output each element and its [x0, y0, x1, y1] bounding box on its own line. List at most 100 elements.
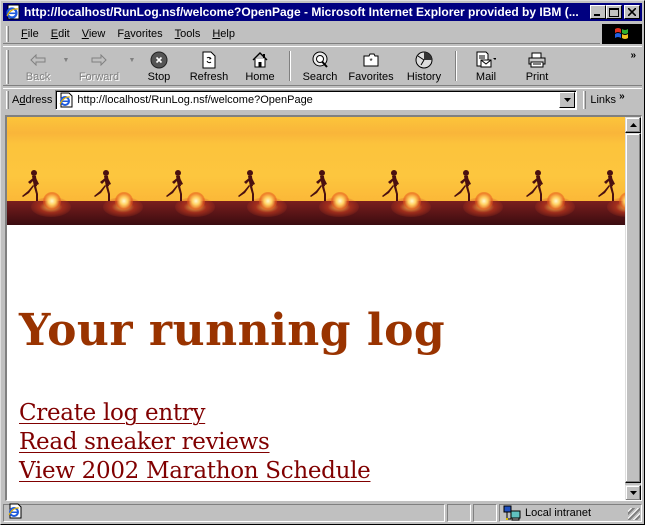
- minimize-button[interactable]: [590, 5, 606, 19]
- printer-icon: [527, 50, 547, 70]
- menu-help[interactable]: Help: [206, 28, 241, 40]
- stop-button[interactable]: Stop: [137, 47, 181, 85]
- history-button[interactable]: History: [399, 47, 449, 85]
- sun-icon: [115, 192, 133, 210]
- links-more-chevron[interactable]: »: [619, 91, 625, 102]
- scrollbar-thumb[interactable]: [625, 133, 641, 483]
- banner-tile: [7, 117, 79, 225]
- runner-silhouette-icon: [94, 170, 111, 201]
- close-icon: [625, 6, 639, 18]
- links-toolbar[interactable]: Links »: [583, 90, 625, 109]
- mail-button[interactable]: Mail: [463, 47, 509, 85]
- browser-window: http://localhost/RunLog.nsf/welcome?Open…: [0, 0, 645, 525]
- vertical-scrollbar[interactable]: [625, 117, 641, 500]
- favorites-button[interactable]: * Favorites: [343, 47, 399, 85]
- maximize-button[interactable]: [606, 5, 622, 19]
- address-grip[interactable]: [6, 90, 9, 109]
- toolbar-grip[interactable]: [6, 50, 9, 84]
- print-button[interactable]: Print: [509, 47, 565, 85]
- sun-icon: [187, 192, 205, 210]
- forward-dropdown[interactable]: ▼: [127, 47, 137, 85]
- arrow-down-icon: [629, 491, 637, 495]
- refresh-button[interactable]: Refresh: [181, 47, 237, 85]
- nav-links: Create log entry Read sneaker reviews Vi…: [19, 399, 371, 486]
- status-bar: Local intranet: [3, 503, 642, 522]
- links-label[interactable]: Links: [590, 94, 616, 106]
- windows-logo: [602, 24, 642, 44]
- home-icon: [250, 50, 270, 70]
- banner-tile: [367, 117, 439, 225]
- banner-tile: [439, 117, 511, 225]
- address-label: Address: [12, 93, 53, 106]
- history-icon: [414, 50, 434, 70]
- sun-icon: [475, 192, 493, 210]
- runner-silhouette-icon: [310, 170, 327, 201]
- close-button[interactable]: [624, 5, 640, 19]
- runner-silhouette-icon: [598, 170, 615, 201]
- ie-page-icon: [7, 503, 23, 522]
- menu-view[interactable]: View: [76, 28, 112, 40]
- resize-grip[interactable]: [628, 507, 640, 520]
- address-dropdown-button[interactable]: [559, 91, 576, 108]
- ie-page-icon: [5, 4, 21, 20]
- back-arrow-icon: [28, 50, 48, 70]
- sun-icon: [547, 192, 565, 210]
- ie-page-icon: [58, 92, 74, 108]
- scroll-up-button[interactable]: [625, 117, 641, 133]
- banner-tile: [79, 117, 151, 225]
- menu-file[interactable]: File: [15, 28, 45, 40]
- toolbar-more-chevron[interactable]: »: [630, 50, 636, 61]
- back-button[interactable]: Back: [15, 47, 61, 85]
- address-bar: Address http://localhost/RunLog.nsf/welc…: [3, 88, 642, 110]
- chevron-down-icon: [563, 97, 571, 102]
- sun-icon: [259, 192, 277, 210]
- scroll-down-button[interactable]: [625, 485, 641, 500]
- banner-tile: [511, 117, 583, 225]
- standard-toolbar: Back ▼ Forward ▼ Stop Refresh Home Searc…: [3, 46, 642, 86]
- forward-button[interactable]: Forward: [71, 47, 127, 85]
- local-intranet-icon: [503, 505, 521, 521]
- menu-grip[interactable]: [6, 25, 9, 42]
- arrow-up-icon: [629, 123, 637, 127]
- runner-silhouette-icon: [454, 170, 471, 201]
- stop-icon: [149, 50, 169, 70]
- menu-edit[interactable]: Edit: [45, 28, 76, 40]
- home-button[interactable]: Home: [237, 47, 283, 85]
- banner-tile: [583, 117, 625, 225]
- runner-silhouette-icon: [22, 170, 39, 201]
- refresh-icon: [199, 50, 219, 70]
- create-log-entry-link[interactable]: Create log entry: [19, 399, 370, 428]
- favorites-folder-icon: *: [361, 50, 381, 70]
- menu-tools[interactable]: Tools: [169, 28, 207, 40]
- runner-silhouette-icon: [382, 170, 399, 201]
- sun-icon: [43, 192, 61, 210]
- runner-silhouette-icon: [166, 170, 183, 201]
- runner-silhouette-icon: [238, 170, 255, 201]
- links-grip[interactable]: [583, 90, 587, 109]
- svg-text:*: *: [369, 57, 372, 66]
- zone-label: Local intranet: [525, 506, 592, 519]
- page-heading: Your running log: [19, 305, 446, 356]
- status-zone-panel: Local intranet: [499, 503, 642, 522]
- status-security-panel: [473, 503, 497, 522]
- address-url: http://localhost/RunLog.nsf/welcome?Open…: [77, 93, 313, 106]
- sun-icon: [403, 192, 421, 210]
- title-bar: http://localhost/RunLog.nsf/welcome?Open…: [3, 3, 642, 21]
- marathon-schedule-link[interactable]: View 2002 Marathon Schedule: [19, 457, 371, 486]
- search-icon: [310, 50, 330, 70]
- back-dropdown[interactable]: ▼: [61, 47, 71, 85]
- toolbar-separator: [455, 51, 457, 81]
- read-sneaker-reviews-link[interactable]: Read sneaker reviews: [19, 428, 370, 457]
- page-viewport: Your running log Create log entry Read s…: [5, 115, 642, 501]
- banner-tile: [295, 117, 367, 225]
- runner-banner: [7, 117, 625, 225]
- status-progress-panel: [447, 503, 471, 522]
- runner-silhouette-icon: [526, 170, 543, 201]
- menu-favorites[interactable]: Favorites: [111, 28, 168, 40]
- search-button[interactable]: Search: [297, 47, 343, 85]
- sun-icon: [331, 192, 349, 210]
- minimize-icon: [591, 6, 605, 18]
- address-input[interactable]: http://localhost/RunLog.nsf/welcome?Open…: [55, 89, 578, 110]
- page-content: Your running log Create log entry Read s…: [7, 117, 625, 500]
- toolbar-separator: [289, 51, 291, 81]
